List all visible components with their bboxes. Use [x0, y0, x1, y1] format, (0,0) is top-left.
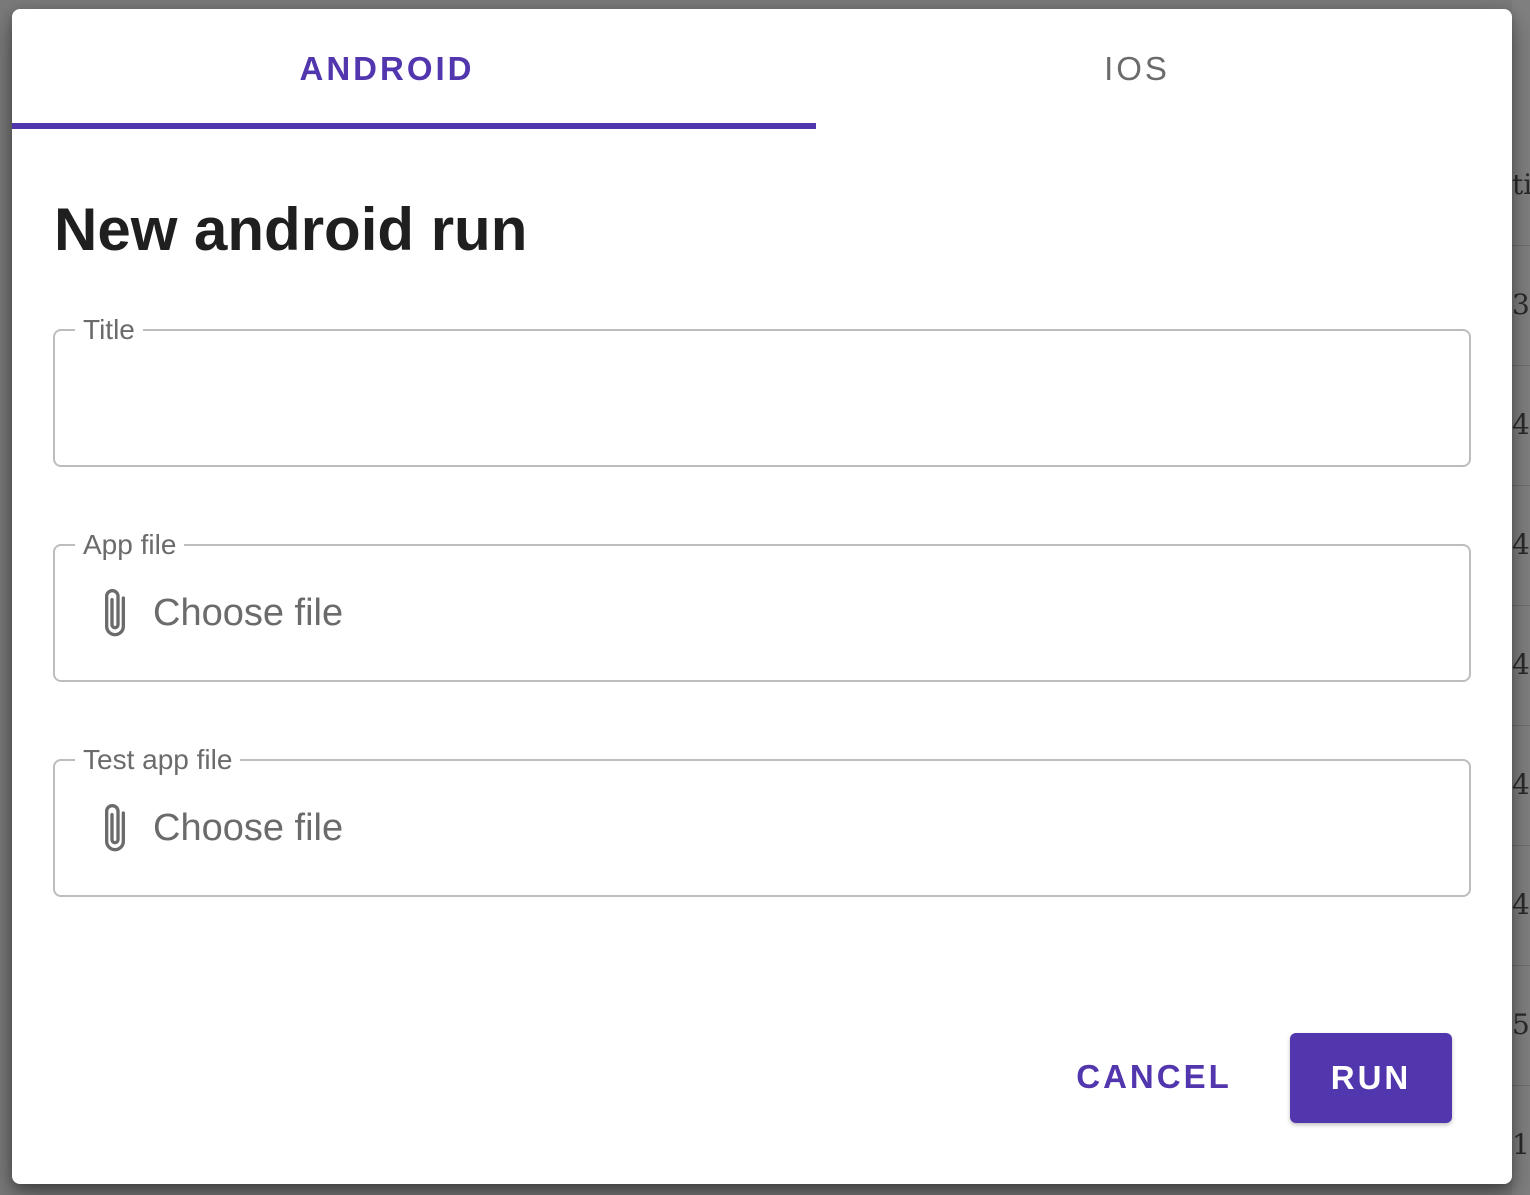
test-app-file-field: Test app file Choose file: [53, 741, 1471, 897]
bg-text-fragment: 4:: [1512, 408, 1530, 441]
paperclip-icon: [105, 589, 126, 637]
tab-ios-label: IOS: [1104, 50, 1170, 87]
bg-row-divider: [1512, 965, 1530, 966]
test-app-file-placeholder: Choose file: [153, 806, 344, 849]
bg-text-fragment: 5:: [1512, 1008, 1530, 1041]
platform-tabs: ANDROID IOS: [12, 9, 1512, 129]
bg-text-fragment: ti: [1512, 168, 1530, 201]
tab-android-label: ANDROID: [299, 50, 475, 87]
dialog-title: New android run: [54, 196, 528, 263]
new-run-dialog: ANDROID IOS New android run Title App fi…: [12, 9, 1512, 1184]
title-input[interactable]: [57, 333, 1467, 463]
bg-row-divider: [1512, 365, 1530, 366]
tab-android[interactable]: ANDROID: [12, 9, 762, 129]
bg-row-divider: [1512, 605, 1530, 606]
app-file-picker[interactable]: Choose file: [95, 546, 343, 680]
bg-row-divider: [1512, 1085, 1530, 1086]
title-field: Title: [53, 311, 1471, 467]
bg-text-fragment: 4:: [1512, 888, 1530, 921]
bg-row-divider: [1512, 845, 1530, 846]
bg-text-fragment: 3:: [1512, 288, 1530, 321]
tab-ios[interactable]: IOS: [762, 9, 1512, 129]
app-file-placeholder: Choose file: [153, 591, 344, 634]
paperclip-icon: [105, 804, 126, 852]
cancel-button[interactable]: CANCEL: [1064, 1033, 1244, 1121]
bg-row-divider: [1512, 485, 1530, 486]
bg-text-fragment: 4:: [1512, 768, 1530, 801]
background-table-edge: ti 3: 4: 4: 4: 4: 4: 5: 1:: [1512, 0, 1530, 1195]
test-app-file-picker[interactable]: Choose file: [95, 761, 343, 895]
bg-row-divider: [1512, 245, 1530, 246]
bg-text-fragment: 1:: [1512, 1128, 1530, 1161]
app-file-field: App file Choose file: [53, 526, 1471, 682]
bg-text-fragment: 4:: [1512, 648, 1530, 681]
bg-row-divider: [1512, 725, 1530, 726]
bg-text-fragment: 4:: [1512, 528, 1530, 561]
active-tab-indicator: [12, 123, 816, 129]
run-button[interactable]: RUN: [1290, 1033, 1452, 1123]
